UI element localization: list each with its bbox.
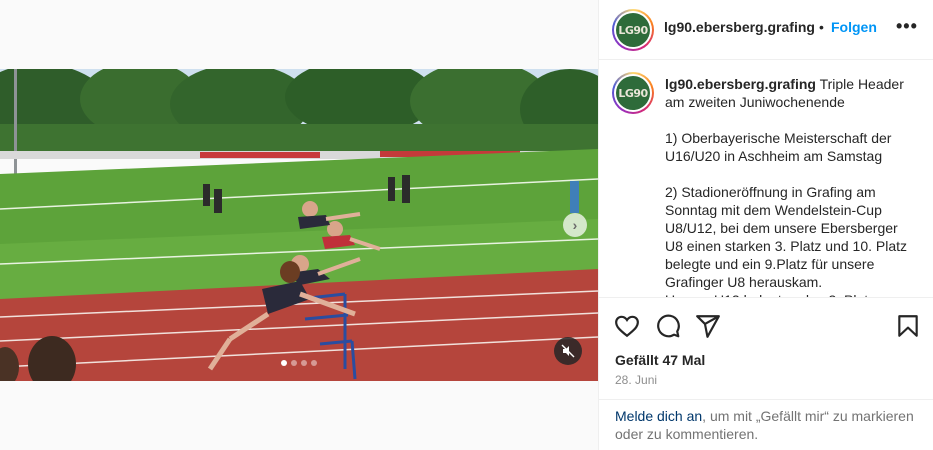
login-link[interactable]: Melde dich an xyxy=(615,408,702,424)
profile-avatar-ring[interactable]: LG90 xyxy=(612,9,654,51)
carousel-dot xyxy=(281,360,287,366)
post-username[interactable]: lg90.ebersberg.grafing xyxy=(664,19,815,35)
login-prompt: Melde dich an, um mit „Gefällt mir“ zu m… xyxy=(599,399,933,450)
carousel-dot xyxy=(301,360,307,366)
post-date[interactable]: 28. Juni xyxy=(615,373,657,387)
media-pane: › xyxy=(0,0,598,450)
post-actions: Gefällt 47 Mal 28. Juni xyxy=(599,297,933,399)
carousel-dot xyxy=(311,360,317,366)
more-options-icon[interactable]: ••• xyxy=(896,16,918,37)
heart-icon[interactable] xyxy=(614,313,640,339)
caption-avatar-ring[interactable]: LG90 xyxy=(612,72,654,114)
post-header: LG90 lg90.ebersberg.grafing • Folgen ••• xyxy=(599,0,933,60)
carousel-indicator xyxy=(281,360,317,366)
post-side-panel: LG90 lg90.ebersberg.grafing • Folgen •••… xyxy=(598,0,933,450)
post-video[interactable]: › xyxy=(0,69,598,381)
carousel-dot xyxy=(291,360,297,366)
caption-body: Triple Header am zweiten Juniwochenende … xyxy=(665,76,908,297)
separator-dot: • xyxy=(819,19,824,35)
mute-toggle-button[interactable] xyxy=(554,337,582,365)
video-frame xyxy=(0,69,598,381)
caption-area: LG90 lg90.ebersberg.grafing Triple Heade… xyxy=(599,61,933,297)
comment-icon[interactable] xyxy=(655,313,681,339)
speaker-muted-icon xyxy=(561,344,575,358)
bookmark-icon[interactable] xyxy=(895,313,921,339)
likes-count[interactable]: Gefällt 47 Mal xyxy=(615,352,705,368)
avatar: LG90 xyxy=(616,13,650,47)
chevron-right-icon: › xyxy=(572,217,578,233)
carousel-next-button[interactable]: › xyxy=(563,213,587,237)
caption-username[interactable]: lg90.ebersberg.grafing xyxy=(665,76,816,92)
avatar: LG90 xyxy=(616,76,650,110)
follow-button[interactable]: Folgen xyxy=(831,19,877,35)
share-icon[interactable] xyxy=(695,313,721,339)
caption-text: lg90.ebersberg.grafing Triple Header am … xyxy=(665,75,915,297)
